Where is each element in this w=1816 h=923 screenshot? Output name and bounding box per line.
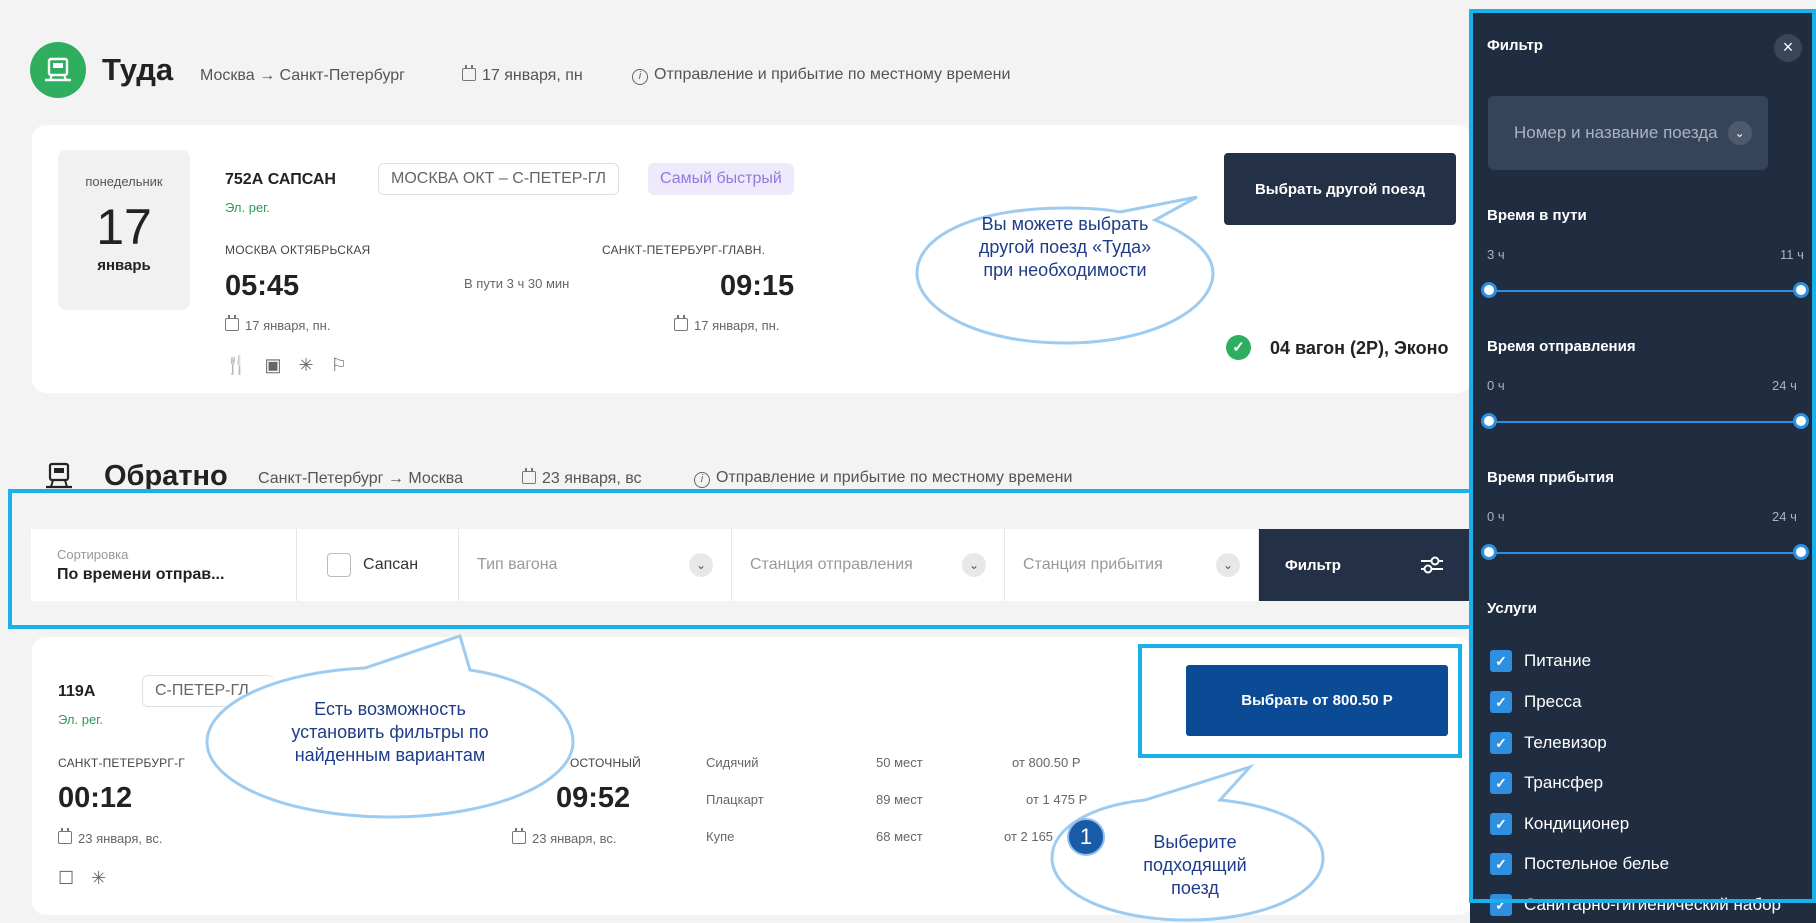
outbound-title: Туда (102, 52, 174, 87)
departure-time: 05:45 (225, 270, 300, 302)
info-icon: i (694, 472, 710, 488)
return-train-number: 119А (58, 683, 96, 700)
selected-car-check-icon: ✓ (1226, 335, 1251, 360)
return-departure-station: САНКТ-ПЕТЕРБУРГ-Г (58, 756, 185, 770)
filter-bar-highlight (8, 489, 1478, 629)
calendar-icon (522, 468, 536, 484)
class-row-name: Купе (706, 829, 735, 844)
transfer-icon: ⚐ (330, 355, 347, 375)
return-arrival-station: ОСТОЧНЫЙ (570, 756, 641, 770)
calendar-icon (512, 828, 526, 844)
departure-date: 17 января, пн. (225, 315, 330, 333)
selected-car: 04 вагон (2Р), Эконо (1270, 338, 1449, 358)
food-icon: 🍴 (225, 355, 248, 375)
class-row-name: Плацкарт (706, 792, 764, 807)
callout-choose-other: Вы можете выбрать другой поезд «Туда» пр… (915, 195, 1215, 348)
return-arrival-date: 23 января, вс. (512, 828, 617, 846)
weekday: понедельник (85, 174, 163, 189)
choose-other-train-button[interactable]: Выбрать другой поезд (1224, 153, 1456, 225)
filter-panel-highlight (1469, 9, 1816, 903)
train-icon (30, 42, 86, 98)
class-row-seats: 50 мест (876, 755, 923, 770)
calendar-icon (58, 828, 72, 844)
return-amenities: ☐ ✳ (58, 868, 106, 889)
amenities: 🍴 ▣ ✳ ⚐ (225, 355, 347, 376)
e-registration: Эл. рег. (225, 200, 270, 215)
calendar-icon (462, 65, 476, 81)
outbound-time-note: i Отправление и прибытие по местному врем… (632, 66, 1010, 85)
calendar-icon (674, 315, 688, 331)
press-icon: ☐ (58, 868, 75, 888)
departure-station: МОСКВА ОКТЯБРЬСКАЯ (225, 243, 371, 257)
outbound-date: 17 января, пн (462, 65, 583, 85)
class-row-price: от 2 165 (1004, 829, 1054, 844)
callout-filters: Есть возможность установить фильтры по н… (205, 632, 575, 822)
arrival-date: 17 января, пн. (674, 315, 779, 333)
return-e-registration: Эл. рег. (58, 712, 103, 727)
fastest-badge: Самый быстрый (648, 163, 794, 195)
press-icon: ▣ (264, 355, 282, 375)
date-box: понедельник 17 январь (58, 150, 190, 310)
ac-icon: ✳ (298, 355, 314, 375)
arrival-station: САНКТ-ПЕТЕРБУРГ-ГЛАВН. (602, 243, 766, 257)
month: январь (97, 257, 151, 274)
class-row-seats: 89 мест (876, 792, 923, 807)
info-icon: i (632, 69, 648, 85)
return-departure-time: 00:12 (58, 782, 133, 814)
select-button-highlight (1138, 644, 1462, 758)
train-route-tag: МОСКВА ОКТ – С-ПЕТЕР-ГЛ (378, 163, 619, 195)
arrival-time: 09:15 (720, 270, 795, 302)
return-time-note: i Отправление и прибытие по местному врем… (694, 469, 1072, 488)
train-number: 752А САПСАН (225, 171, 336, 188)
return-departure-date: 23 января, вс. (58, 828, 163, 846)
day-number: 17 (96, 199, 152, 255)
class-row-seats: 68 мест (876, 829, 923, 844)
class-row-name: Сидячий (706, 755, 759, 770)
step-number-badge: 1 (1067, 818, 1105, 856)
return-route: Санкт-Петербург → Москва (258, 470, 463, 487)
outbound-route: Москва → Санкт-Петербург (200, 67, 405, 84)
calendar-icon (225, 315, 239, 331)
return-date: 23 января, вс (522, 468, 642, 488)
travel-duration: В пути 3 ч 30 мин (464, 276, 570, 291)
ac-icon: ✳ (91, 868, 107, 888)
